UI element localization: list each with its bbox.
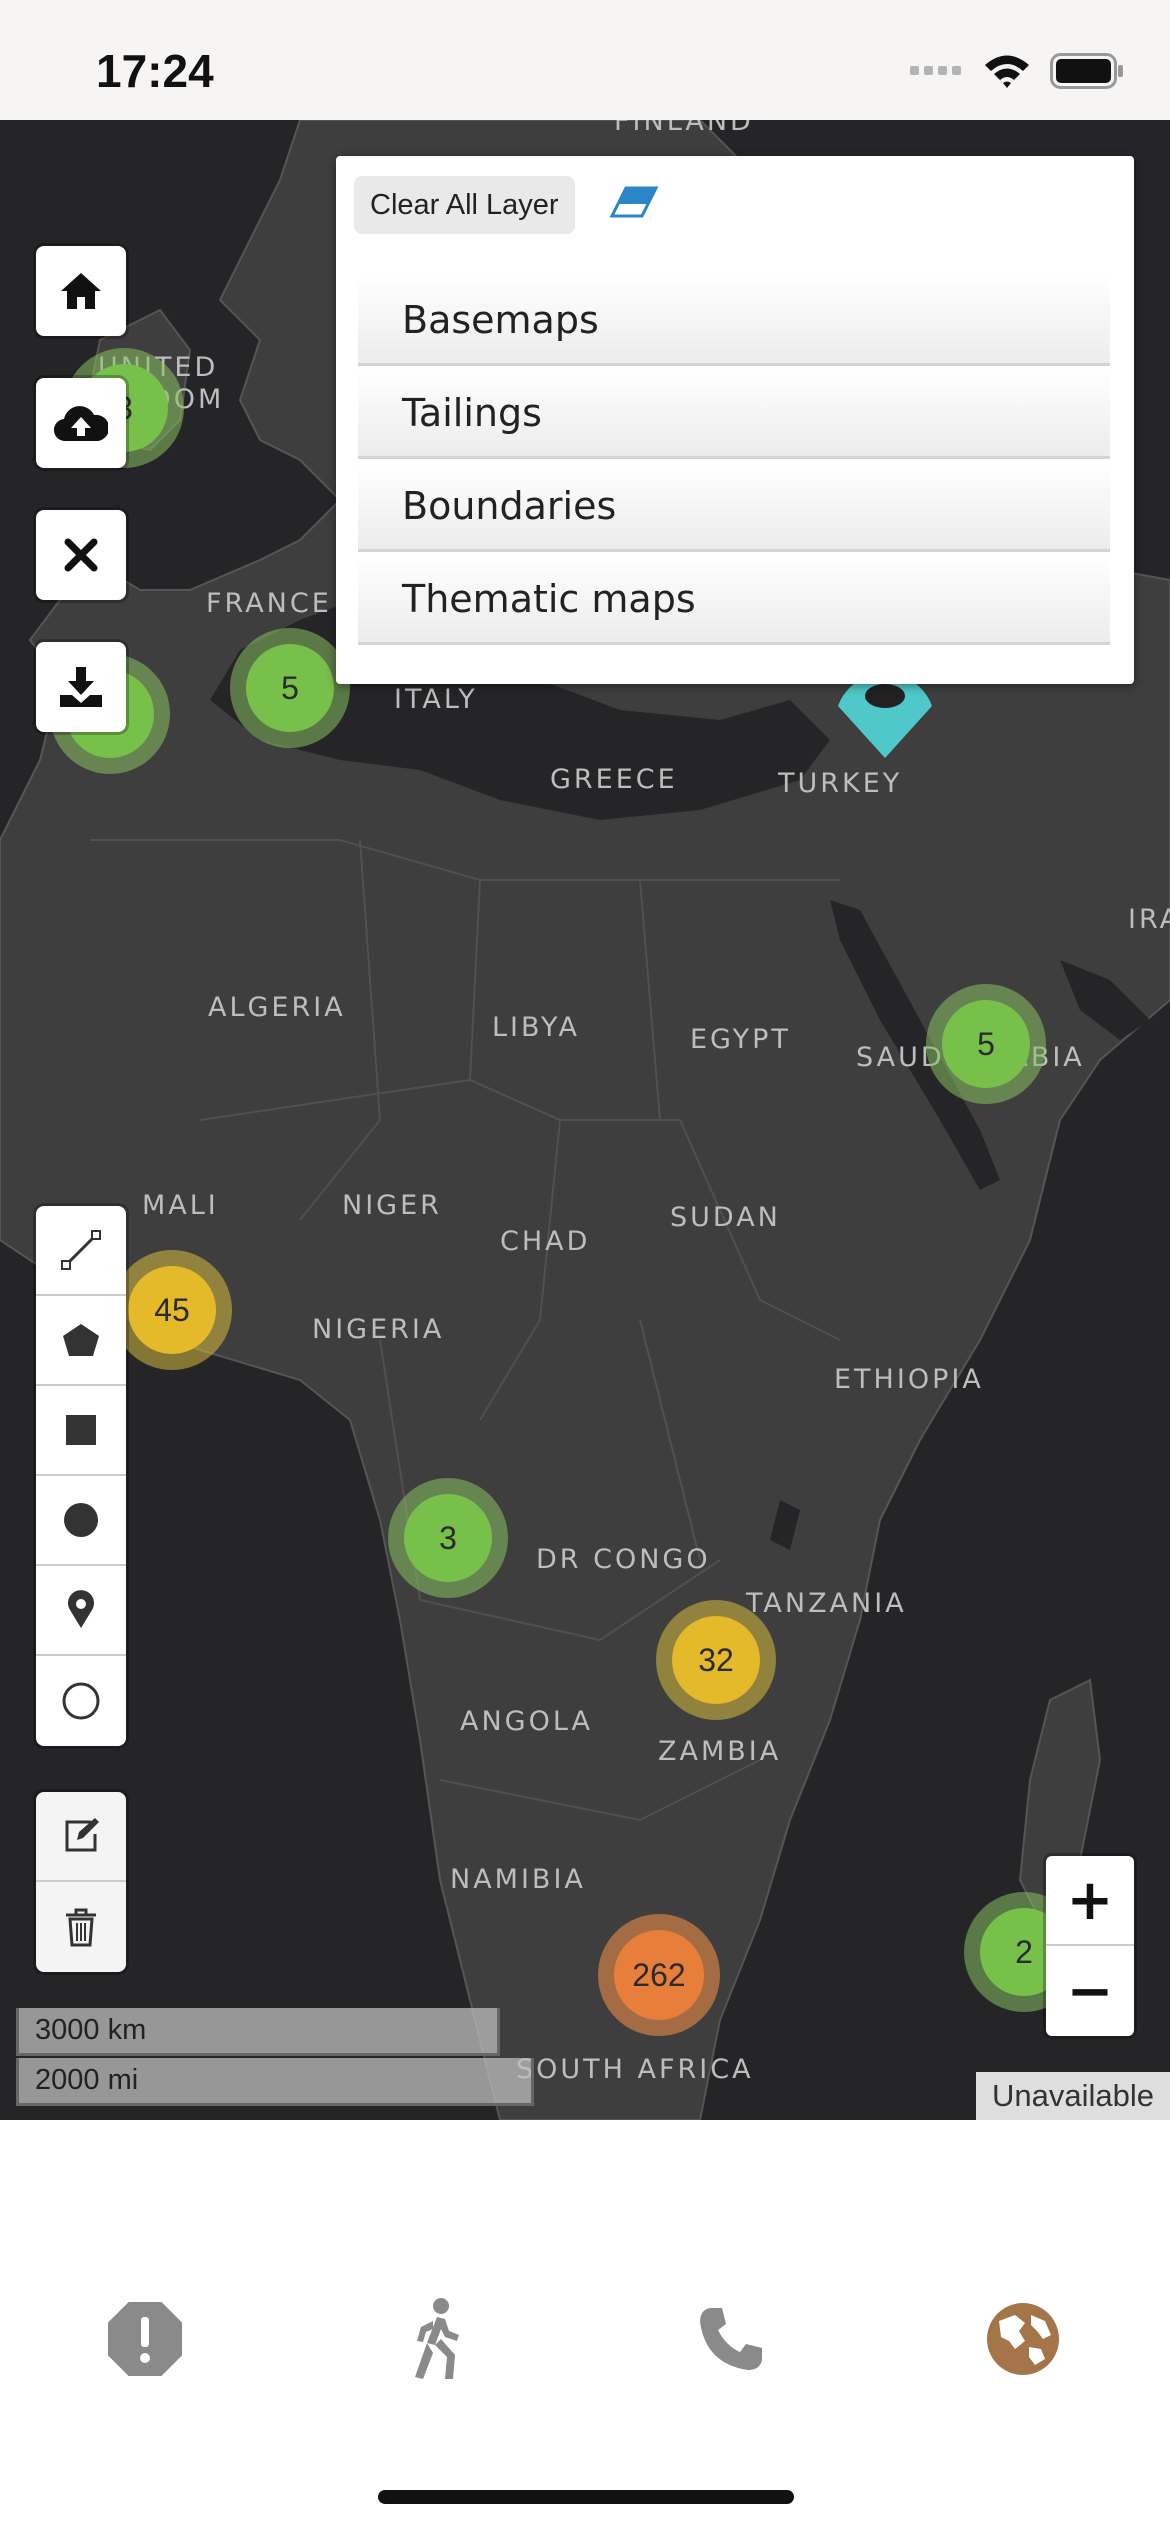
cluster-marker[interactable]: 5	[230, 628, 350, 748]
zoom-in-button[interactable]: +	[1046, 1856, 1134, 1946]
map-label-nigeria: NIGERIA	[312, 1314, 445, 1345]
map-label-iran: IRA	[1128, 904, 1170, 935]
layer-item-thematic-maps[interactable]: Thematic maps	[358, 555, 1110, 645]
draw-line-button[interactable]	[36, 1206, 126, 1296]
cluster-marker[interactable]: 5	[926, 984, 1046, 1104]
cluster-marker[interactable]: 262	[598, 1914, 720, 2036]
map-view[interactable]: FINLAND UNITED GDOM FRANCE ITALY GREECE …	[0, 120, 1170, 2120]
map-label-ethiopia: ETHIOPIA	[834, 1364, 984, 1395]
map-label-namibia: NAMIBIA	[450, 1864, 586, 1895]
map-label-angola: ANGOLA	[460, 1706, 593, 1737]
cluster-marker[interactable]: 3	[388, 1478, 508, 1598]
clear-all-layer-button[interactable]: Clear All Layer	[354, 176, 575, 234]
status-bar: 17:24	[0, 0, 1170, 120]
map-label-libya: LIBYA	[492, 1012, 580, 1043]
map-label-france: FRANCE	[206, 588, 332, 619]
eraser-icon[interactable]	[608, 184, 660, 220]
home-button[interactable]	[36, 246, 126, 336]
draw-rectangle-button[interactable]	[36, 1386, 126, 1476]
polygon-icon	[63, 1324, 99, 1356]
status-icons	[910, 52, 1124, 90]
scale-bar-mi: 2000 mi	[16, 2058, 534, 2106]
cloud-upload-icon	[54, 406, 108, 442]
map-label-south-africa: SOUTH AFRICA	[516, 2054, 754, 2085]
status-time: 17:24	[96, 45, 214, 97]
circle-icon	[64, 1503, 98, 1537]
globe-icon	[987, 2303, 1059, 2375]
map-label-egypt: EGYPT	[690, 1024, 791, 1055]
map-label-chad: CHAD	[500, 1226, 591, 1257]
tab-phone[interactable]	[686, 2294, 776, 2384]
draw-circle-button[interactable]	[36, 1476, 126, 1566]
close-button[interactable]	[36, 510, 126, 600]
rectangle-icon	[66, 1415, 96, 1445]
layer-panel: Clear All Layer Basemaps Tailings Bounda…	[336, 156, 1134, 684]
map-attribution: Unavailable	[976, 2072, 1170, 2120]
circle-outline-icon	[62, 1682, 100, 1720]
walking-person-icon	[415, 2298, 459, 2379]
battery-icon	[1050, 53, 1123, 89]
tab-bar	[0, 2120, 1170, 2532]
delete-layers-button[interactable]	[36, 1882, 126, 1972]
tab-map[interactable]	[978, 2294, 1068, 2384]
zoom-control: + −	[1046, 1856, 1134, 2036]
map-label-italy: ITALY	[394, 684, 478, 715]
signal-icon	[910, 66, 961, 75]
polyline-icon	[61, 1230, 101, 1270]
map-label-finland: FINLAND	[614, 120, 754, 137]
scale-bar-km: 3000 km	[16, 2008, 500, 2056]
cluster-count: 3	[404, 1494, 492, 1582]
trash-icon	[66, 1908, 96, 1947]
alert-octagon-icon	[108, 2302, 182, 2376]
cluster-count: 45	[128, 1266, 216, 1354]
map-label-zambia: ZAMBIA	[658, 1736, 782, 1767]
map-pin-icon	[68, 1590, 94, 1628]
tab-evacuation[interactable]	[392, 2294, 482, 2384]
wifi-icon	[985, 55, 1029, 88]
cluster-marker[interactable]: 45	[112, 1250, 232, 1370]
map-label-algeria: ALGERIA	[208, 992, 346, 1023]
layer-item-boundaries[interactable]: Boundaries	[358, 462, 1110, 552]
cluster-count: 262	[614, 1930, 704, 2020]
cluster-marker[interactable]: 32	[656, 1600, 776, 1720]
map-label-mali: MALI	[142, 1190, 219, 1221]
draw-marker-button[interactable]	[36, 1566, 126, 1656]
map-label-sudan: SUDAN	[670, 1202, 781, 1233]
edit-toolbar	[36, 1792, 126, 1972]
close-icon	[64, 538, 98, 572]
download-icon	[60, 667, 102, 707]
layer-item-tailings[interactable]: Tailings	[358, 369, 1110, 459]
map-label-drcongo: DR CONGO	[536, 1544, 711, 1575]
download-button[interactable]	[36, 642, 126, 732]
phone-icon	[700, 2308, 762, 2370]
map-label-greece: GREECE	[550, 764, 678, 795]
draw-polygon-button[interactable]	[36, 1296, 126, 1386]
upload-button[interactable]	[36, 378, 126, 468]
home-icon	[61, 273, 101, 309]
map-label-niger: NIGER	[342, 1190, 442, 1221]
cluster-count: 5	[942, 1000, 1030, 1088]
map-label-tanzania: TANZANIA	[746, 1588, 907, 1619]
map-label-turkey: TURKEY	[778, 768, 903, 799]
cluster-count: 5	[246, 644, 334, 732]
tab-alert[interactable]	[100, 2294, 190, 2384]
home-indicator	[378, 2490, 794, 2504]
draw-circlemarker-button[interactable]	[36, 1656, 126, 1746]
zoom-out-button[interactable]: −	[1046, 1946, 1134, 2036]
edit-icon	[65, 1818, 99, 1852]
layer-item-basemaps[interactable]: Basemaps	[358, 276, 1110, 366]
edit-layers-button[interactable]	[36, 1792, 126, 1882]
draw-toolbar	[36, 1206, 126, 1746]
cluster-count: 32	[672, 1616, 760, 1704]
